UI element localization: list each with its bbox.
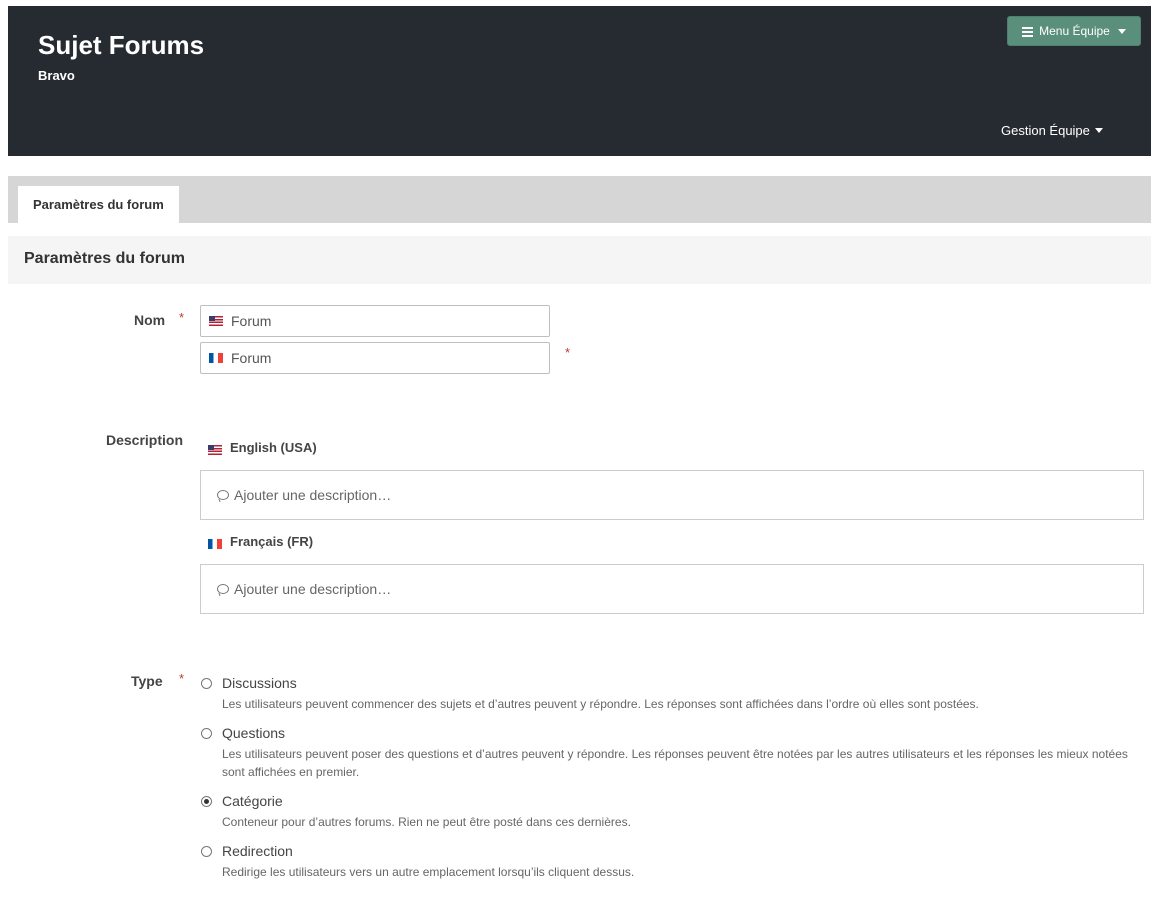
caret-down-icon xyxy=(1117,28,1126,34)
option-label-questions[interactable]: Questions xyxy=(222,725,285,741)
tab-forum-settings[interactable]: Paramètres du forum xyxy=(18,186,179,223)
page-header: Sujet Forums Bravo Menu Équipe Gestion É… xyxy=(8,6,1151,156)
option-desc-discussions: Les utilisateurs peuvent commencer des s… xyxy=(222,697,979,711)
caret-down-icon xyxy=(1094,128,1103,133)
radio-discussions[interactable] xyxy=(201,678,212,689)
option-desc-redirection: Redirige les utilisateurs vers un autre … xyxy=(222,865,635,879)
section-title: Paramètres du forum xyxy=(24,250,185,267)
fr-flag-icon xyxy=(209,353,223,363)
radio-categorie[interactable] xyxy=(201,796,212,807)
description-lang-fr: Français (FR) xyxy=(208,534,313,549)
lang-name-fr: Français (FR) xyxy=(230,534,314,549)
option-desc-categorie: Conteneur pour d’autres forums. Rien ne … xyxy=(222,815,631,829)
us-flag-icon xyxy=(209,316,223,326)
option-label-categorie[interactable]: Catégorie xyxy=(222,793,283,809)
team-menu-label: Menu Équipe xyxy=(1039,24,1110,38)
option-desc-questions: Les utilisateurs peuvent poser des quest… xyxy=(222,747,1128,779)
name-input-fr[interactable]: Forum xyxy=(200,342,550,374)
hamburger-icon xyxy=(1022,26,1034,37)
name-input-en-value: Forum xyxy=(231,313,272,329)
team-management-label: Gestion Équipe xyxy=(1001,123,1090,138)
name-label: Nom xyxy=(134,312,166,328)
radio-questions[interactable] xyxy=(201,728,212,739)
description-editor-en[interactable]: Ajouter une description… xyxy=(200,470,1144,520)
description-placeholder-fr: Ajouter une description… xyxy=(234,581,392,597)
description-lang-en: English (USA) xyxy=(208,440,317,455)
option-label-discussions[interactable]: Discussions xyxy=(222,675,297,691)
option-label-redirection[interactable]: Redirection xyxy=(222,843,293,859)
required-marker: * xyxy=(179,671,185,686)
lang-name-en: English (USA) xyxy=(230,440,317,455)
tab-bar: Paramètres du forum xyxy=(8,176,1151,223)
radio-redirection[interactable] xyxy=(201,846,212,857)
section-header: Paramètres du forum xyxy=(8,236,1151,284)
page-title: Sujet Forums xyxy=(38,30,205,60)
name-input-fr-value: Forum xyxy=(231,350,272,366)
name-input-en[interactable]: Forum xyxy=(200,305,550,337)
description-label: Description xyxy=(106,432,184,448)
comment-icon xyxy=(217,584,229,594)
us-flag-icon xyxy=(208,444,222,455)
team-management-dropdown[interactable]: Gestion Équipe xyxy=(1001,123,1103,138)
comment-icon xyxy=(217,490,229,500)
required-marker: * xyxy=(179,310,185,325)
team-menu-button[interactable]: Menu Équipe xyxy=(1007,16,1141,46)
description-placeholder-en: Ajouter une description… xyxy=(234,487,392,503)
type-label: Type xyxy=(131,673,163,689)
fr-flag-icon xyxy=(208,538,222,549)
page-subtitle: Bravo xyxy=(38,68,75,83)
description-editor-fr[interactable]: Ajouter une description… xyxy=(200,564,1144,614)
required-marker: * xyxy=(565,345,571,360)
